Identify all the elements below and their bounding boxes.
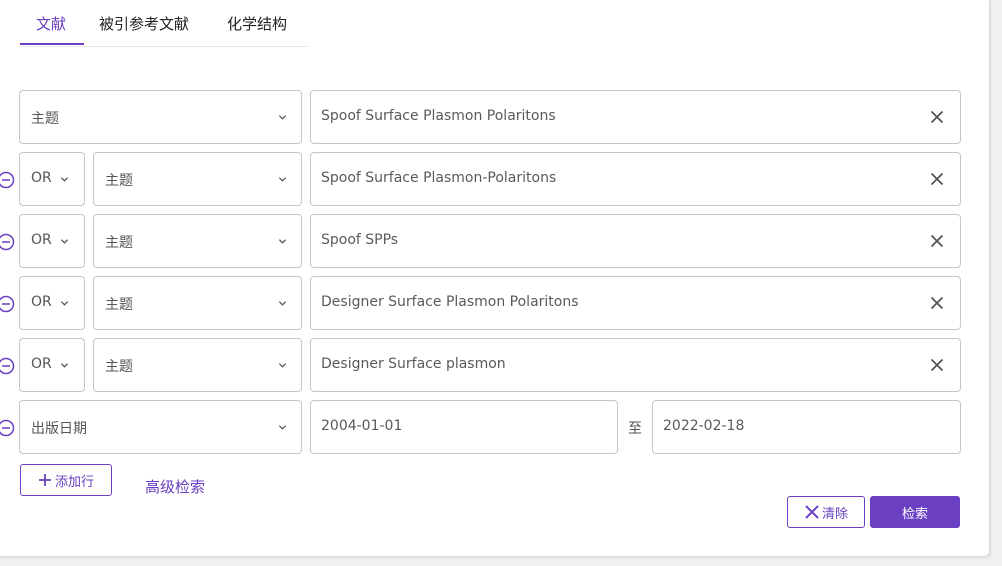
date-to-input[interactable]: 2022-02-18 [652, 400, 961, 454]
operator-label: OR [31, 170, 52, 186]
search-term-input[interactable]: Spoof Surface Plasmon-Polaritons [310, 152, 961, 206]
chevron-down-icon [278, 363, 287, 368]
search-term-value: Designer Surface plasmon [321, 356, 506, 372]
chevron-down-icon [278, 115, 287, 120]
field-select[interactable]: 主题 [93, 214, 302, 268]
tab-cited-references[interactable]: 被引参考文献 [99, 13, 189, 34]
remove-row-icon[interactable] [0, 233, 15, 251]
field-select-label: 主题 [105, 173, 133, 189]
operator-select[interactable]: OR [19, 276, 85, 330]
date-from-value: 2004-01-01 [321, 418, 403, 434]
field-select[interactable]: 主题 [19, 90, 302, 144]
search-term-input[interactable]: Designer Surface plasmon [310, 338, 961, 392]
search-term-value: Spoof Surface Plasmon-Polaritons [321, 170, 557, 186]
field-select-label: 主题 [105, 297, 133, 313]
field-select[interactable]: 主题 [93, 338, 302, 392]
clear-input-icon[interactable] [930, 358, 944, 372]
plus-icon [38, 474, 51, 486]
chevron-down-icon [60, 177, 69, 182]
tab-literature[interactable]: 文献 [36, 13, 66, 34]
advanced-search-link[interactable]: 高级检索 [145, 476, 205, 497]
clear-input-icon[interactable] [930, 234, 944, 248]
clear-button[interactable]: 清除 [787, 496, 865, 528]
operator-select[interactable]: OR [19, 214, 85, 268]
search-term-value: Designer Surface Plasmon Polaritons [321, 294, 579, 310]
search-term-value: Spoof Surface Plasmon Polaritons [321, 108, 556, 124]
field-select-label: 主题 [105, 359, 133, 375]
close-icon [805, 505, 819, 519]
chevron-down-icon [278, 301, 287, 306]
field-select-label: 主题 [31, 111, 59, 127]
search-term-input[interactable]: Spoof SPPs [310, 214, 961, 268]
search-label: 检索 [901, 506, 928, 522]
date-to-value: 2022-02-18 [663, 418, 745, 434]
remove-row-icon[interactable] [0, 171, 15, 189]
search-tabs: 文献 被引参考文献 化学结构 [20, 0, 308, 47]
chevron-down-icon [278, 239, 287, 244]
field-select[interactable]: 主题 [93, 152, 302, 206]
clear-label: 清除 [821, 506, 848, 522]
operator-label: OR [31, 294, 52, 310]
active-tab-indicator [20, 43, 84, 45]
field-select[interactable]: 主题 [93, 276, 302, 330]
operator-select[interactable]: OR [19, 338, 85, 392]
chevron-down-icon [60, 301, 69, 306]
clear-input-icon[interactable] [930, 172, 944, 186]
chevron-down-icon [278, 177, 287, 182]
search-term-input[interactable]: Designer Surface Plasmon Polaritons [310, 276, 961, 330]
chevron-down-icon [278, 425, 287, 430]
remove-row-icon[interactable] [0, 419, 15, 437]
chevron-down-icon [60, 239, 69, 244]
search-button[interactable]: 检索 [870, 496, 960, 528]
tab-chemical-structure[interactable]: 化学结构 [227, 13, 287, 34]
search-panel: 文献 被引参考文献 化学结构 主题 Spoof Surface Plasmon … [0, 0, 990, 557]
date-range-separator: 至 [628, 421, 642, 437]
field-select-label: 主题 [105, 235, 133, 251]
chevron-down-icon [60, 363, 69, 368]
remove-row-icon[interactable] [0, 295, 15, 313]
add-row-button[interactable]: 添加行 [20, 464, 112, 496]
search-term-value: Spoof SPPs [321, 232, 399, 248]
remove-row-icon[interactable] [0, 357, 15, 375]
search-term-input[interactable]: Spoof Surface Plasmon Polaritons [310, 90, 961, 144]
clear-input-icon[interactable] [930, 296, 944, 310]
field-select-label: 出版日期 [31, 421, 87, 437]
add-row-label: 添加行 [54, 474, 94, 490]
clear-input-icon[interactable] [930, 110, 944, 124]
operator-label: OR [31, 232, 52, 248]
operator-label: OR [31, 356, 52, 372]
operator-select[interactable]: OR [19, 152, 85, 206]
date-field-select[interactable]: 出版日期 [19, 400, 302, 454]
date-from-input[interactable]: 2004-01-01 [310, 400, 618, 454]
